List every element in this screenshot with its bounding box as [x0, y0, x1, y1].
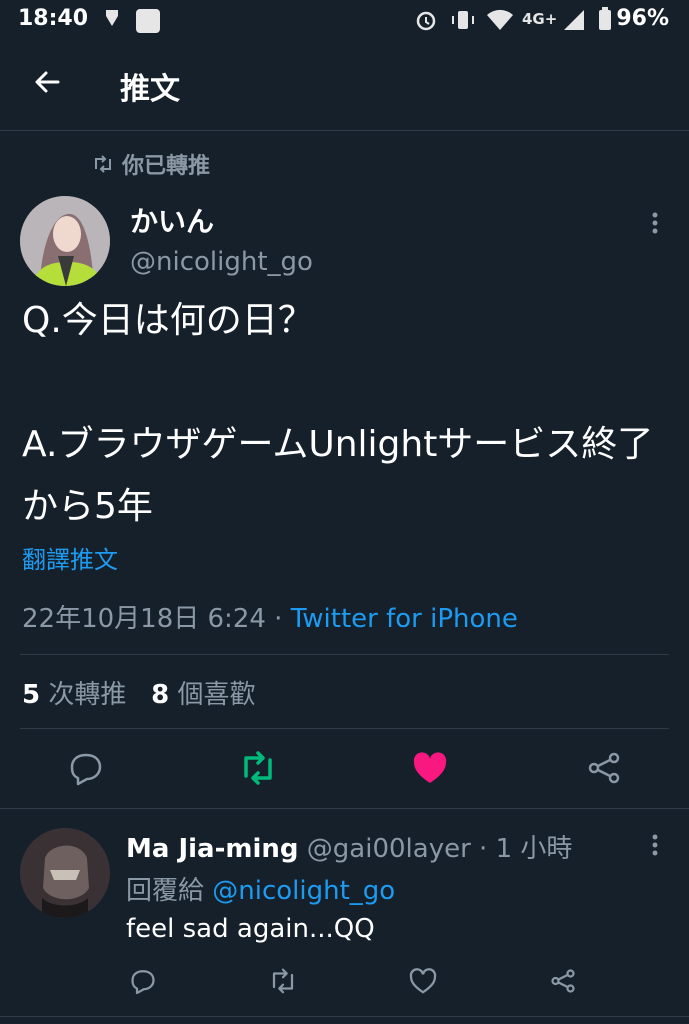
reply-like-button[interactable]	[408, 966, 438, 996]
notification-icon	[104, 8, 120, 35]
battery-icon	[598, 6, 612, 37]
retweet-button[interactable]	[238, 748, 278, 788]
like-count-label: 個喜歡	[169, 680, 256, 710]
tweet-metadata: 22年10月18日 6:24 · Twitter for iPhone	[22, 598, 518, 635]
vibrate-icon	[450, 8, 476, 37]
more-vertical-icon	[652, 834, 658, 856]
translate-tweet-link[interactable]: 翻譯推文	[22, 540, 118, 575]
status-time: 18:40	[18, 6, 89, 31]
retweet-indicator-label: 你已轉推	[122, 154, 211, 179]
app-icon	[136, 9, 160, 33]
heart-icon	[409, 968, 437, 994]
retweet-small-icon	[92, 154, 122, 179]
author-avatar[interactable]	[20, 196, 110, 286]
engagement-stats: 5 次轉推 8 個喜歡	[22, 674, 256, 711]
arrow-left-icon	[35, 71, 60, 93]
back-button[interactable]	[30, 64, 66, 100]
wifi-icon	[486, 8, 514, 37]
top-app-bar: 推文	[0, 44, 689, 131]
retweets-stat[interactable]: 5 次轉推	[22, 680, 126, 710]
reply-share-button[interactable]	[548, 966, 578, 996]
like-button[interactable]	[410, 748, 450, 788]
reply-author-name[interactable]: Ma Jia-ming	[126, 834, 299, 864]
signal-icon	[562, 8, 586, 37]
share-icon	[588, 752, 620, 784]
reply-to-mention[interactable]: @nicolight_go	[212, 876, 395, 906]
network-type: 4G+	[522, 10, 558, 28]
reply-more-options-button[interactable]	[645, 830, 665, 860]
status-bar: 18:40 4G+ 96%	[0, 0, 689, 44]
likes-stat[interactable]: 8 個喜歡	[151, 680, 255, 710]
reply-reply-button[interactable]	[128, 966, 158, 996]
author-name[interactable]: かいん	[130, 200, 214, 240]
divider	[20, 654, 669, 655]
comment-icon	[131, 970, 155, 995]
share-button[interactable]	[584, 748, 624, 788]
retweet-count: 5	[22, 680, 41, 710]
tweet-text: Q.今日は何の日？ A.ブラウザゲームUnlightサービス終了から5年	[22, 300, 654, 527]
like-count: 8	[151, 680, 170, 710]
alarm-icon	[414, 8, 438, 37]
author-handle[interactable]: @nicolight_go	[130, 247, 313, 277]
reply-text: feel sad again...QQ	[126, 914, 375, 944]
reply-button[interactable]	[66, 748, 106, 788]
reply-author-handle[interactable]: @gai00layer · 1 小時	[299, 834, 573, 864]
divider	[0, 1016, 689, 1017]
retweet-icon	[244, 751, 272, 785]
divider	[20, 728, 669, 729]
reply-to-line: 回覆給 @nicolight_go	[126, 870, 395, 907]
tweet-timestamp: 22年10月18日 6:24 ·	[22, 604, 291, 634]
battery-percentage: 96%	[616, 6, 669, 31]
reply-retweet-button[interactable]	[268, 966, 298, 996]
retweet-count-label: 次轉推	[40, 680, 127, 710]
tweet-source-link[interactable]: Twitter for iPhone	[291, 604, 518, 634]
comment-icon	[70, 753, 102, 786]
reply-to-prefix: 回覆給	[126, 876, 213, 906]
page-title: 推文	[120, 72, 180, 107]
more-options-button[interactable]	[645, 208, 665, 238]
retweet-indicator: 你已轉推	[92, 148, 210, 180]
heart-filled-icon	[413, 752, 447, 783]
reply-author-avatar[interactable]	[20, 828, 110, 918]
share-icon	[551, 969, 575, 993]
divider	[0, 808, 689, 809]
more-vertical-icon	[652, 212, 658, 234]
reply-header: Ma Jia-ming @gai00layer · 1 小時	[126, 828, 572, 865]
retweet-icon	[272, 968, 294, 994]
